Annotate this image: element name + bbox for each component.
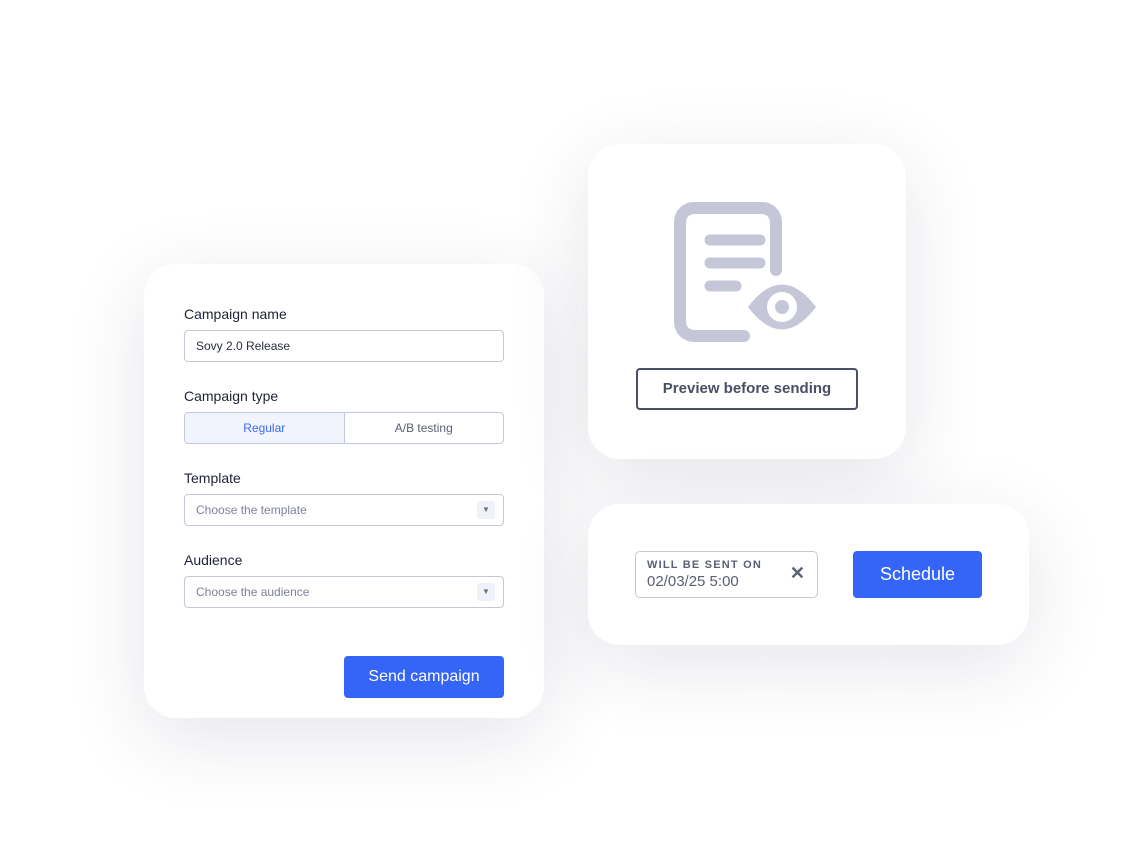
audience-select[interactable]: Choose the audience ▼ [184, 576, 504, 608]
campaign-name-label: Campaign name [184, 306, 287, 322]
audience-placeholder: Choose the audience [196, 585, 310, 599]
send-date-value: 02/03/25 5:00 [647, 573, 739, 590]
campaign-type-toggle: Regular A/B testing [184, 412, 504, 444]
template-label: Template [184, 470, 241, 486]
close-icon[interactable]: ✕ [790, 563, 805, 584]
campaign-name-input[interactable]: Sovy 2.0 Release [184, 330, 504, 362]
chevron-down-icon[interactable]: ▼ [477, 501, 495, 519]
type-option-regular[interactable]: Regular [185, 413, 345, 443]
campaign-form-card: Campaign name Sovy 2.0 Release Campaign … [144, 264, 544, 718]
campaign-type-label: Campaign type [184, 388, 279, 404]
template-placeholder: Choose the template [196, 503, 307, 517]
type-option-ab-testing[interactable]: A/B testing [345, 413, 504, 443]
document-eye-icon [674, 202, 816, 342]
preview-button[interactable]: Preview before sending [636, 368, 858, 410]
send-campaign-button[interactable]: Send campaign [344, 656, 504, 698]
schedule-card: WILL BE SENT ON 02/03/25 5:00 ✕ Schedule [588, 504, 1029, 645]
preview-card: Preview before sending [588, 144, 906, 459]
schedule-button[interactable]: Schedule [853, 551, 982, 598]
chevron-down-icon[interactable]: ▼ [477, 583, 495, 601]
send-date-field[interactable]: WILL BE SENT ON 02/03/25 5:00 ✕ [635, 551, 818, 598]
template-select[interactable]: Choose the template ▼ [184, 494, 504, 526]
send-date-label: WILL BE SENT ON [647, 559, 762, 571]
audience-label: Audience [184, 552, 243, 568]
